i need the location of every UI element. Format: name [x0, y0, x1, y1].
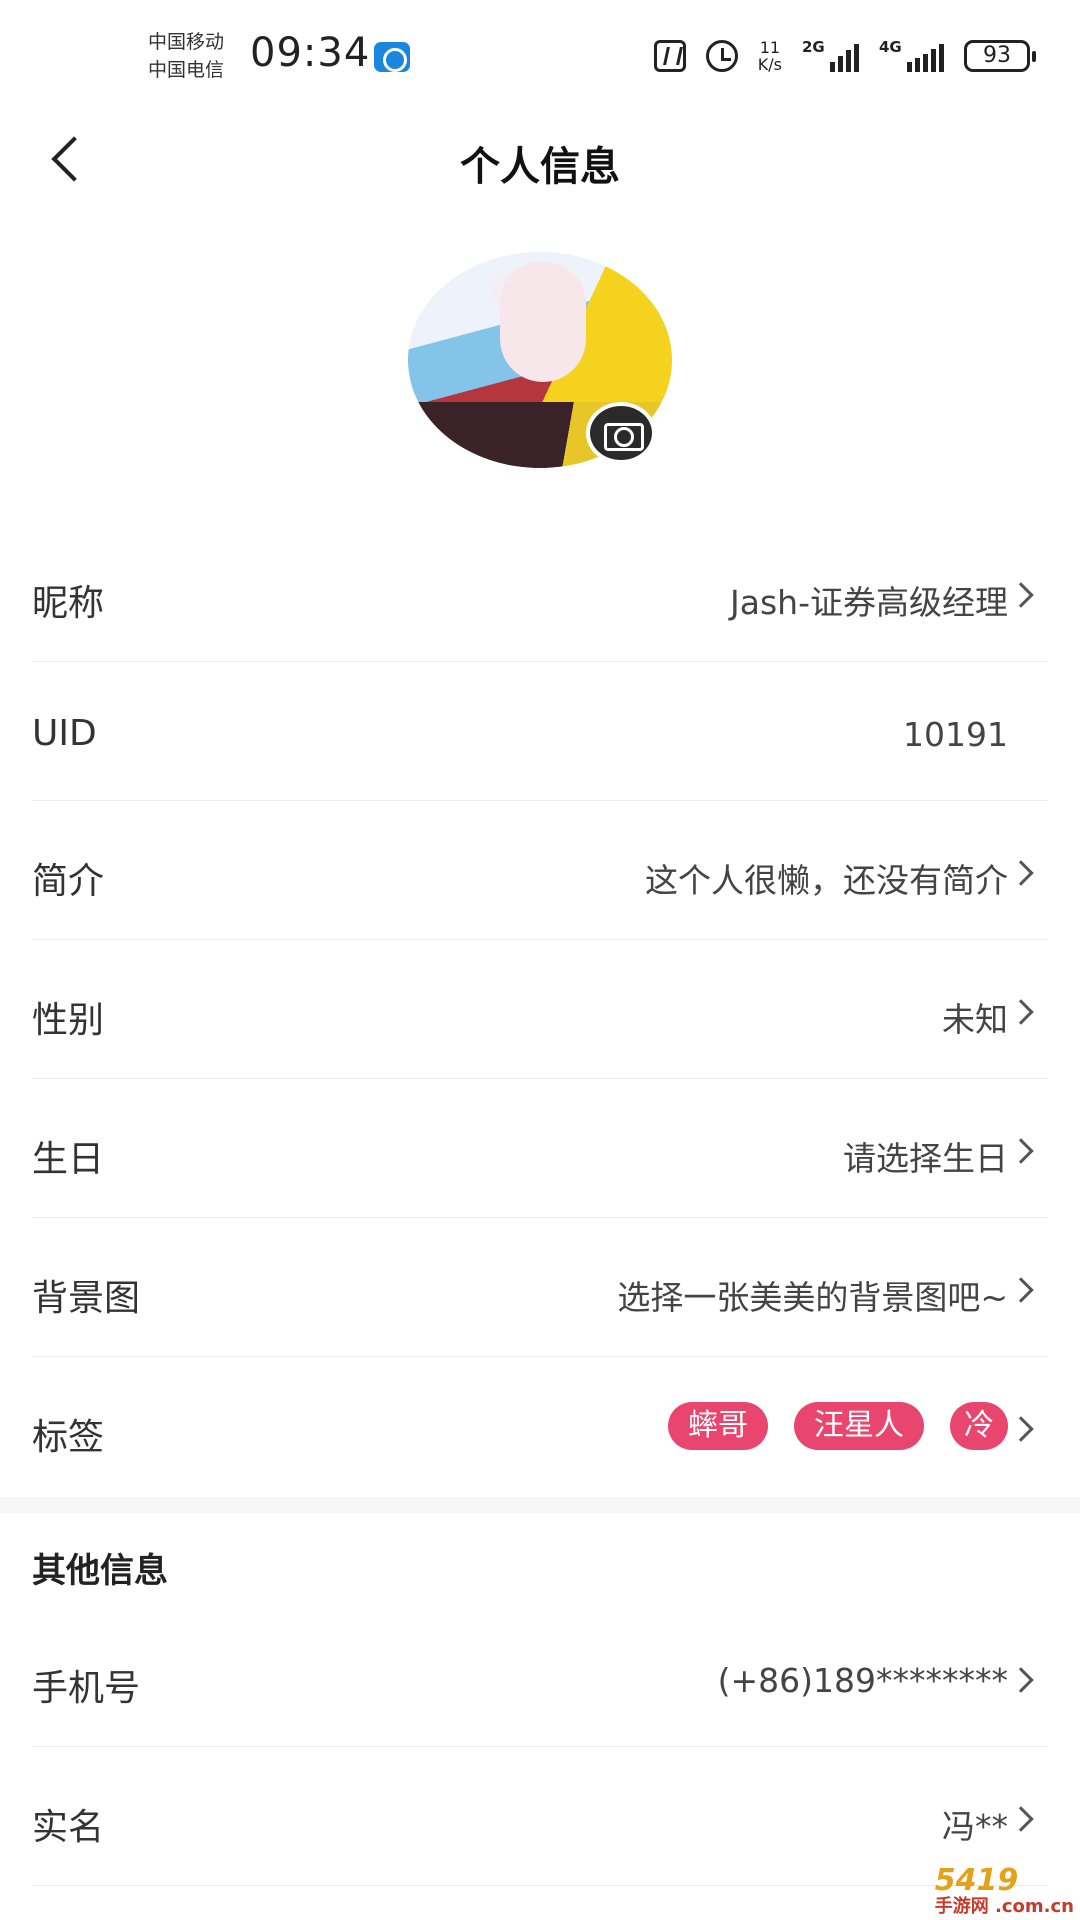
row-gender[interactable]: 性别 未知 — [32, 941, 1048, 1079]
network-speed-value: 11 — [759, 38, 781, 57]
alarm-icon — [705, 40, 738, 72]
status-clock: 09:34 — [250, 30, 371, 76]
nickname-value: Jash-证券高级经理 — [730, 583, 1008, 622]
row-tags[interactable]: 标签 蟀哥 汪星人 冷 — [32, 1358, 1048, 1496]
birthday-value: 请选择生日 — [843, 1139, 1008, 1178]
chevron-right-icon — [1012, 1001, 1034, 1023]
row-nickname[interactable]: 昵称 Jash-证券高级经理 — [32, 524, 1048, 662]
site-watermark: 5419 手游网 .com.cn — [935, 1863, 1074, 1916]
bio-value: 这个人很懒，还没有简介 — [645, 861, 1008, 900]
realname-value: 冯** — [942, 1807, 1008, 1846]
watermark-main: 5419 — [934, 1863, 1019, 1898]
signal-4g-icon: 4G — [879, 38, 944, 72]
carrier-1: 中国移动 — [148, 31, 225, 53]
gender-label: 性别 — [32, 1000, 105, 1041]
chevron-right-icon — [1012, 862, 1034, 884]
uid-value: 10191 — [903, 715, 1008, 754]
section-title-other: 其他信息 — [32, 1551, 168, 1591]
carrier-2: 中国电信 — [148, 59, 225, 81]
signal-2g-label: 2G — [802, 38, 825, 56]
birthday-label: 生日 — [32, 1139, 105, 1180]
row-background[interactable]: 背景图 选择一张美美的背景图吧~ — [32, 1219, 1048, 1357]
tag-chip: 蟀哥 — [668, 1402, 768, 1450]
page-header: 个人信息 — [0, 110, 1080, 210]
chevron-right-icon — [1012, 1140, 1034, 1162]
chevron-right-icon — [1012, 1418, 1034, 1440]
signal-4g-label: 4G — [879, 38, 902, 56]
section-divider — [0, 1497, 1080, 1513]
watermark-sub: 手游网 .com.cn — [934, 1896, 1074, 1917]
page-title: 个人信息 — [460, 144, 620, 190]
row-phone[interactable]: 手机号 (+86)189******** — [32, 1609, 1048, 1747]
signal-2g-icon: 2G — [802, 38, 859, 72]
chevron-right-icon — [1012, 1279, 1034, 1301]
tag-list: 蟀哥 汪星人 冷 — [668, 1402, 1008, 1450]
bio-label: 简介 — [32, 861, 105, 902]
carrier-info: 中国移动 中国电信 — [148, 28, 224, 84]
network-speed-unit: K/s — [757, 55, 782, 74]
row-birthday[interactable]: 生日 请选择生日 — [32, 1080, 1048, 1218]
network-speed: 11 K/s — [758, 39, 782, 73]
battery-icon: 93 — [964, 40, 1036, 72]
chevron-right-icon — [1012, 1669, 1034, 1691]
camera-icon[interactable] — [586, 402, 656, 464]
notification-app-icon — [374, 42, 410, 72]
system-icons: 11 K/s 2G 4G 93 — [653, 36, 1036, 76]
background-value: 选择一张美美的背景图吧~ — [617, 1278, 1008, 1317]
row-realname[interactable]: 实名 冯** — [32, 1748, 1048, 1886]
row-bio[interactable]: 简介 这个人很懒，还没有简介 — [32, 802, 1048, 940]
phone-value: (+86)189******** — [717, 1661, 1008, 1700]
phone-label: 手机号 — [32, 1668, 141, 1709]
gender-value: 未知 — [942, 1000, 1008, 1039]
row-uid: UID 10191 — [32, 663, 1048, 801]
tags-label: 标签 — [32, 1417, 105, 1458]
realname-label: 实名 — [32, 1807, 105, 1848]
chevron-right-icon — [1012, 1808, 1034, 1830]
status-bar: 中国移动 中国电信 09:34 11 K/s 2G 4G 93 — [0, 0, 1080, 110]
tag-chip: 冷 — [950, 1402, 1008, 1450]
nfc-icon — [653, 40, 686, 72]
nickname-label: 昵称 — [32, 583, 105, 624]
uid-label: UID — [32, 713, 97, 754]
chevron-right-icon — [1012, 584, 1034, 606]
tag-chip: 汪星人 — [794, 1402, 924, 1450]
background-label: 背景图 — [32, 1278, 141, 1319]
